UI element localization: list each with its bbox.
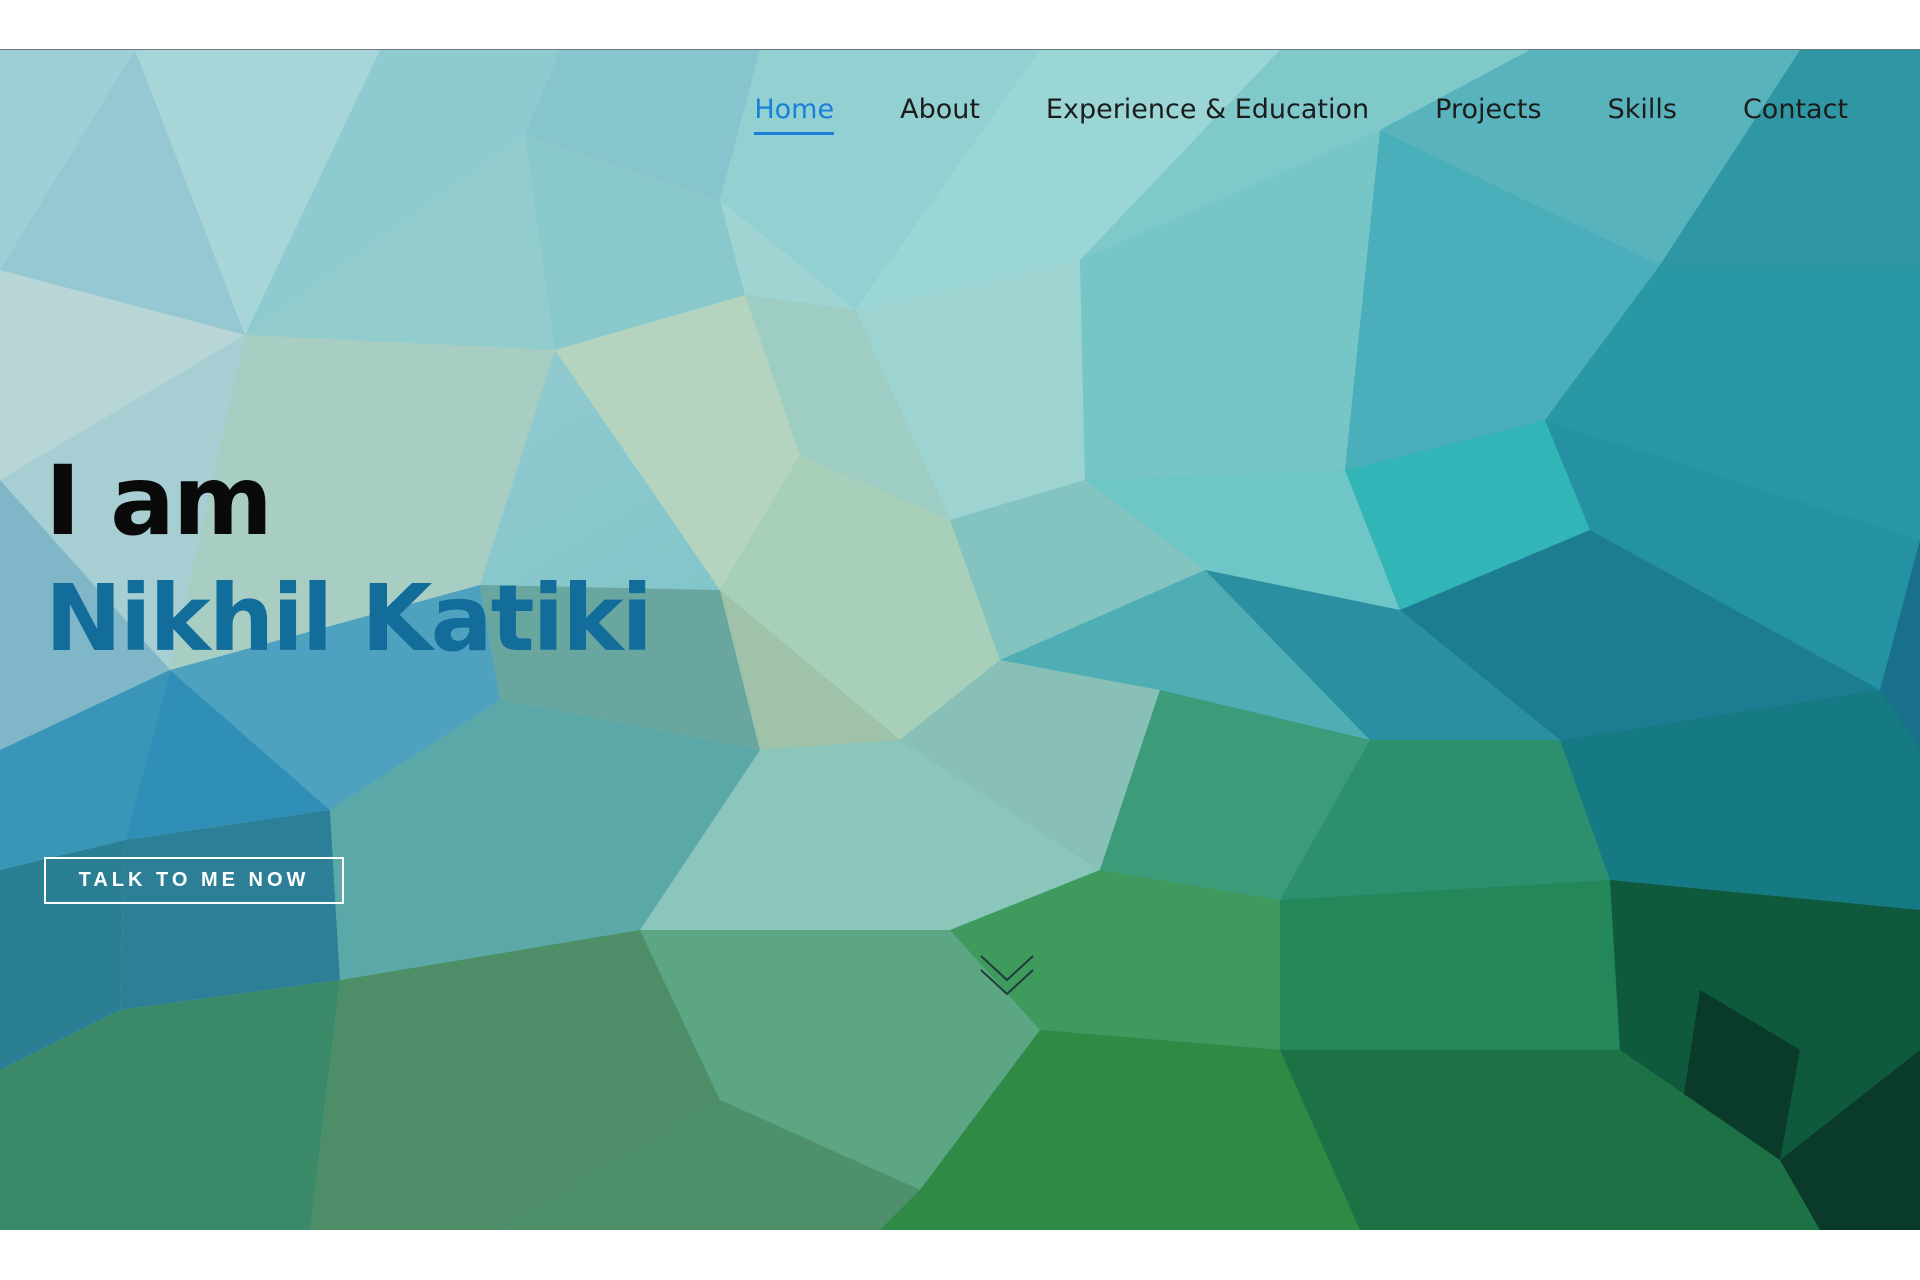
nav-item-home[interactable]: Home (754, 94, 834, 135)
top-margin (0, 0, 1920, 50)
hero-greeting: I am (45, 445, 273, 557)
main-nav: Home About Experience & Education Projec… (688, 94, 1848, 135)
bottom-margin (0, 1230, 1920, 1280)
hero-name: Nikhil Katiki (45, 565, 653, 672)
hero-section: Home About Experience & Education Projec… (0, 50, 1920, 1230)
nav-item-about[interactable]: About (900, 94, 980, 135)
nav-item-experience-education[interactable]: Experience & Education (1046, 94, 1369, 135)
chevron-double-down-icon[interactable] (977, 950, 1037, 1000)
nav-item-contact[interactable]: Contact (1743, 94, 1848, 135)
talk-to-me-button[interactable]: TALK TO ME NOW (44, 857, 344, 904)
hero-intro: I am Nikhil Katiki (45, 445, 653, 681)
nav-item-skills[interactable]: Skills (1608, 94, 1677, 135)
nav-item-projects[interactable]: Projects (1435, 94, 1541, 135)
